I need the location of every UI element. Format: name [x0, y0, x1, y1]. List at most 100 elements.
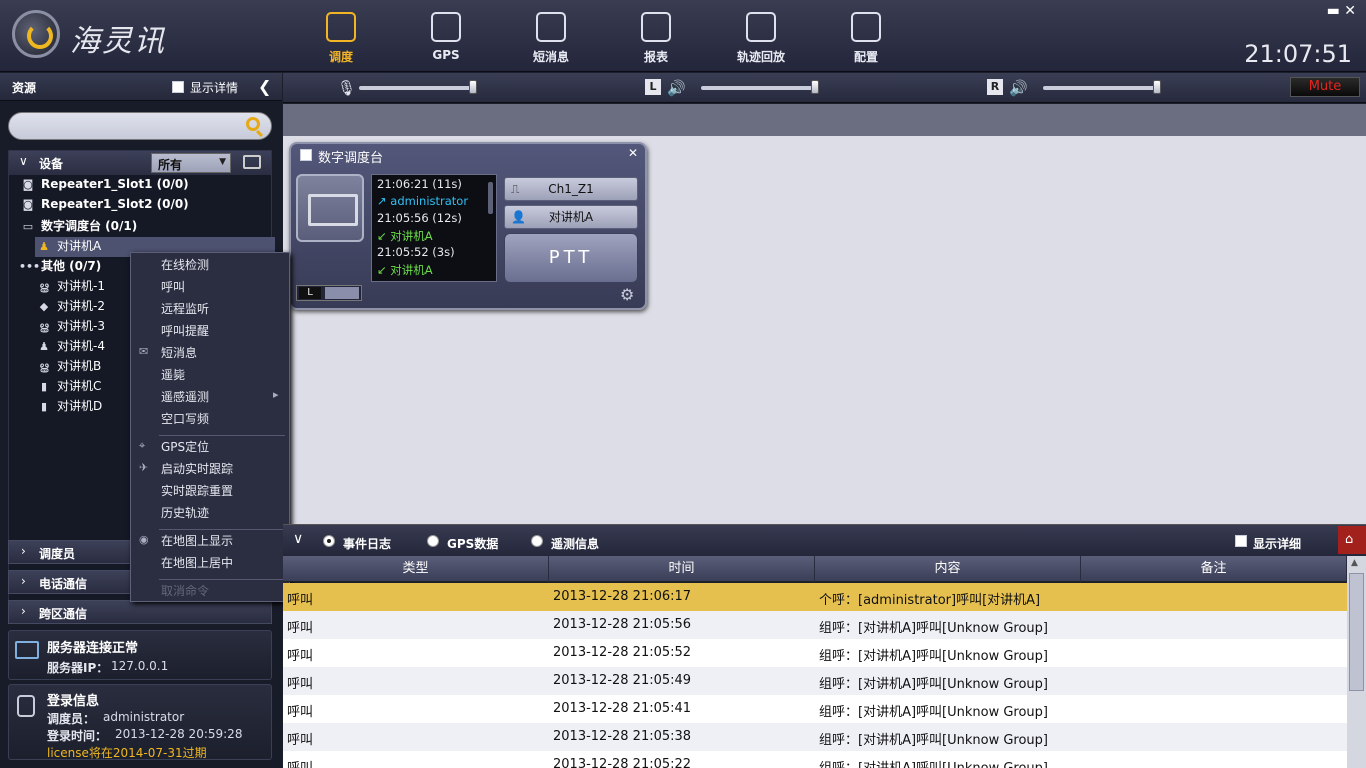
menu-item[interactable]: 启动实时跟踪 — [161, 460, 233, 477]
left-volume-slider[interactable] — [701, 86, 817, 90]
events-radio[interactable] — [323, 535, 335, 547]
cell-type: 呼叫 — [287, 621, 314, 636]
tree-node[interactable]: ◆ 对讲机-2 — [35, 297, 105, 317]
menu-item[interactable]: 在线检测 — [161, 256, 209, 273]
truck-icon: ▮ — [40, 380, 48, 393]
card-l-toggle[interactable]: L — [296, 285, 362, 301]
menu-item[interactable]: 远程监听 — [161, 300, 209, 317]
table-row[interactable]: 呼叫 2013-12-28 21:05:22 组呼：[对讲机A]呼叫[Unknow … — [283, 751, 1347, 768]
nav-track-playback[interactable]: 轨迹回放 — [721, 8, 801, 65]
call-log-entry: 21:05:56 (12s) — [377, 211, 462, 225]
right-volume-knob[interactable] — [1153, 80, 1161, 94]
gps-radio[interactable] — [427, 535, 439, 547]
column-header[interactable]: 类型 — [283, 556, 549, 582]
chevron-down-icon[interactable]: ∨ — [19, 154, 28, 168]
table-row[interactable]: 呼叫 2013-12-28 21:05:49 组呼：[对讲机A]呼叫[Unknow … — [283, 667, 1347, 695]
app-brand: 海灵讯 — [70, 24, 166, 59]
tree-node[interactable]: ▮ 对讲机D — [35, 397, 102, 417]
channel-button[interactable]: ⎍ Ch1_Z1 — [504, 177, 638, 201]
nav-label: 调度 — [328, 50, 353, 64]
speaker-toggle-icon[interactable] — [325, 287, 359, 299]
device-section-header[interactable]: ∨ 设备 所有 — [9, 151, 271, 175]
tree-node[interactable]: ൠ 对讲机B — [35, 357, 101, 377]
server-status: 服务器连接正常 — [47, 641, 139, 656]
nav-tools[interactable]: 配置 — [826, 8, 906, 65]
table-row[interactable]: 呼叫 2013-12-28 21:05:52 组呼：[对讲机A]呼叫[Unknow … — [283, 639, 1347, 667]
section-2[interactable]: › 跨区通信 — [8, 600, 272, 624]
menu-item[interactable]: 空口写频 — [161, 410, 209, 427]
tree-node[interactable]: ◙ Repeater1_Slot1 (0/0) — [19, 177, 189, 197]
telemetry-tab-label[interactable]: 遥测信息 — [551, 535, 599, 552]
tools-icon — [851, 12, 881, 42]
chevron-down-icon[interactable]: ∨ — [293, 531, 303, 547]
table-row[interactable]: 呼叫 2013-12-28 21:05:56 组呼：[对讲机A]呼叫[Unknow … — [283, 611, 1347, 639]
monitor-icon[interactable] — [243, 155, 261, 169]
audio-toolbar: 🎙 L 🔊 R 🔊 — [283, 73, 1366, 103]
cell-content: 组呼：[对讲机A]呼叫[Unknow Group] — [819, 705, 1048, 720]
speaker-right-icon[interactable]: 🔊 — [1009, 79, 1028, 97]
mic-volume-knob[interactable] — [469, 80, 477, 94]
right-volume-slider[interactable] — [1043, 86, 1159, 90]
left-volume-knob[interactable] — [811, 80, 819, 94]
menu-item[interactable]: 在地图上居中 — [161, 554, 233, 571]
table-row[interactable]: 呼叫 2013-12-28 21:05:38 组呼：[对讲机A]呼叫[Unknow … — [283, 723, 1347, 751]
scroll-up-icon[interactable]: ▲ — [1351, 558, 1358, 568]
column-header[interactable]: 内容 — [815, 556, 1081, 582]
section-title: 调度员 — [39, 547, 76, 561]
search-input[interactable] — [8, 112, 272, 140]
nav-report[interactable]: 报表 — [616, 8, 696, 65]
clear-log-button[interactable]: ⌂ — [1338, 526, 1366, 554]
table-row[interactable]: 呼叫 2013-12-28 21:05:41 组呼：[对讲机A]呼叫[Unknow … — [283, 695, 1347, 723]
tree-node[interactable]: ♟ 对讲机-4 — [35, 337, 105, 357]
mic-volume-slider[interactable] — [359, 86, 475, 90]
speaker-left-icon[interactable]: 🔊 — [667, 79, 686, 97]
ptt-button[interactable]: PTT — [504, 233, 638, 283]
tree-node[interactable]: ▮ 对讲机C — [35, 377, 101, 397]
tree-node[interactable]: •••其他 (0/7) — [19, 257, 101, 277]
menu-item-icon: ⌖ — [139, 439, 146, 452]
card-title: 数字调度台 — [318, 151, 384, 166]
menu-item[interactable]: 在地图上显示 — [161, 532, 233, 549]
telemetry-radio[interactable] — [531, 535, 543, 547]
gear-icon[interactable]: ⚙ — [620, 285, 634, 304]
events-tab-label[interactable]: 事件日志 — [343, 535, 391, 552]
tree-node[interactable]: ◙ Repeater1_Slot2 (0/0) — [19, 197, 189, 217]
bike-icon: ൠ — [39, 360, 49, 373]
mute-button[interactable]: Mute — [1290, 77, 1360, 97]
nav-dispatch[interactable]: 调度 — [301, 8, 381, 65]
window-controls[interactable]: ▬ ✕ — [1327, 3, 1356, 19]
search-icon[interactable] — [246, 117, 260, 131]
menu-item[interactable]: 遥感遥测 — [161, 388, 209, 405]
table-row[interactable]: 呼叫 2013-12-28 21:06:17 个呼：[administrator]呼… — [283, 583, 1347, 611]
menu-item[interactable]: 呼叫提醒 — [161, 322, 209, 339]
menu-item[interactable]: 历史轨迹 — [161, 504, 209, 521]
call-log-scrollbar[interactable] — [488, 182, 493, 214]
tree-node[interactable]: ൠ 对讲机-1 — [35, 277, 105, 297]
column-header[interactable]: 备注 — [1081, 556, 1347, 582]
call-log-entry: ↙ 对讲机A — [377, 229, 433, 243]
log-scrollbar-thumb[interactable] — [1349, 573, 1364, 691]
nav-message[interactable]: 短消息 — [511, 8, 591, 65]
tree-node[interactable]: ▭ 数字调度台 (0/1) — [19, 217, 137, 237]
menu-item[interactable]: 实时跟踪重置 — [161, 482, 233, 499]
tree-node[interactable]: ൠ 对讲机-3 — [35, 317, 105, 337]
repeater-icon: ◙ — [22, 178, 34, 191]
menu-item[interactable]: 遥毙 — [161, 366, 185, 383]
menu-item[interactable]: 呼叫 — [161, 278, 185, 295]
target-label: 对讲机A — [548, 210, 594, 224]
target-button[interactable]: 👤 对讲机A — [504, 205, 638, 229]
cell-type: 呼叫 — [287, 677, 314, 692]
nav-label: 报表 — [643, 50, 668, 64]
device-filter-select[interactable]: 所有 — [151, 153, 231, 173]
show-detail-checkbox[interactable] — [172, 81, 184, 93]
nav-globe[interactable]: GPS — [406, 8, 486, 62]
column-header[interactable]: 时间 — [549, 556, 815, 582]
collapse-panel-icon[interactable]: ❮ — [258, 77, 271, 96]
menu-item[interactable]: GPS定位 — [161, 438, 209, 455]
menu-item[interactable]: 短消息 — [161, 344, 197, 361]
close-icon[interactable]: ✕ — [628, 146, 638, 160]
card-select-checkbox[interactable] — [300, 149, 312, 161]
log-show-detail-checkbox[interactable] — [1235, 535, 1247, 547]
gps-tab-label[interactable]: GPS数据 — [447, 535, 498, 552]
show-detail-label: 显示详情 — [190, 81, 239, 95]
